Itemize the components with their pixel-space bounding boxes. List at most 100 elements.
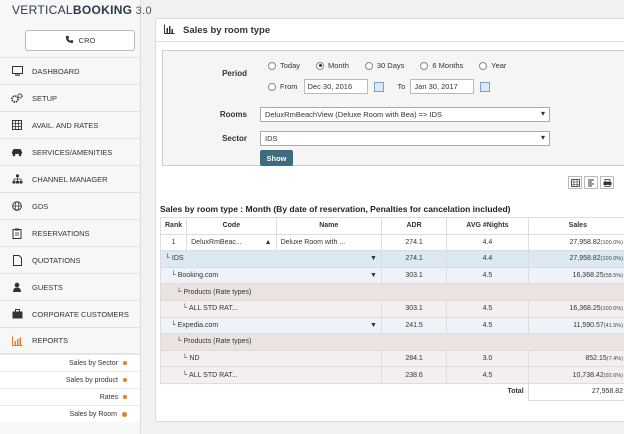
subnav-sales-by-sector[interactable]: Sales by Sector bbox=[0, 354, 140, 371]
sales-pct: (41.5%) bbox=[603, 322, 623, 329]
show-row: Show bbox=[260, 150, 293, 166]
cell-sales: 852.15(7.4%) bbox=[527, 349, 624, 368]
cell-code: DeluxRmBeac... ▲ bbox=[186, 233, 277, 252]
nav-item-channel-manager[interactable]: CHANNEL MANAGER bbox=[0, 165, 140, 192]
rooms-select[interactable]: DeluxRmBeachView (Deluxe Room with Bea) … bbox=[260, 107, 550, 122]
to-date-input[interactable]: Jan 30, 2017 bbox=[410, 79, 475, 94]
page-title: Sales by room type bbox=[183, 24, 271, 36]
subnav-rates[interactable]: Rates bbox=[0, 388, 140, 405]
cell-nights: 4.5 bbox=[446, 299, 529, 318]
radio-30-days[interactable]: 30 Days bbox=[364, 61, 404, 70]
subnav-sales-by-product[interactable]: Sales by product bbox=[0, 371, 140, 388]
cell-label: └ IDS ▼ bbox=[160, 250, 382, 268]
nav-item-avail-rates[interactable]: AVAIL. AND RATES bbox=[0, 111, 140, 138]
nav-item-reports[interactable]: REPORTS bbox=[0, 327, 140, 354]
main-content: Sales by room type Today Month 30 Days 6… bbox=[141, 0, 624, 434]
report-tools bbox=[568, 176, 614, 189]
col-header-code[interactable]: Code bbox=[186, 217, 277, 235]
nav-label: GDS bbox=[32, 201, 49, 211]
gears-icon bbox=[11, 92, 23, 104]
sales-value: 27,958.82 bbox=[569, 255, 601, 263]
table-row[interactable]: 1 DeluxRmBeac... ▲ Deluxe Room with ... 2… bbox=[159, 233, 624, 252]
cell-sales: 16,368.25(58.5%) bbox=[527, 266, 624, 285]
table-row-rate: └ ALL STD RAT... 238.6 4.5 10,738.42(92.… bbox=[160, 366, 624, 384]
sidebar: VERTICALBOOKING 3.0 CRO DASHBOARD SETUP … bbox=[0, 0, 152, 434]
radio-year[interactable]: Year bbox=[479, 61, 506, 70]
row-label: ND bbox=[189, 355, 200, 363]
cell-label: └ Products (Rate types) bbox=[160, 283, 624, 301]
nav-label: CORPORATE CUSTOMERS bbox=[32, 309, 129, 319]
sales-value: 852.15 bbox=[585, 355, 607, 363]
dropdown-caret-icon[interactable]: ▼ bbox=[370, 255, 377, 262]
nav-item-dashboard[interactable]: DASHBOARD bbox=[0, 57, 140, 84]
print-icon[interactable] bbox=[600, 176, 614, 189]
row-label: IDS bbox=[171, 255, 184, 263]
radio-6-months[interactable]: 6 Months bbox=[420, 61, 463, 70]
cell-rank: 1 bbox=[159, 233, 188, 252]
subnav-label: Sales by Room bbox=[69, 410, 117, 418]
sales-table: Rank Code Name ADR AVG #Nights Sales 1 D… bbox=[159, 217, 624, 401]
nav-item-corporate-customers[interactable]: CORPORATE CUSTOMERS bbox=[0, 300, 140, 327]
col-header-adr[interactable]: ADR bbox=[380, 217, 448, 235]
cell-label: └ ALL STD RAT... bbox=[160, 299, 382, 318]
filter-form: Today Month 30 Days 6 Months Year Period… bbox=[162, 50, 624, 166]
radio-from[interactable]: From bbox=[268, 82, 298, 91]
table-row-products: └ Products (Rate types) bbox=[160, 283, 624, 301]
sort-up-icon[interactable]: ▲ bbox=[265, 239, 272, 246]
radio-month[interactable]: Month bbox=[316, 61, 349, 70]
nav-item-quotations[interactable]: QUOTATIONS bbox=[0, 246, 140, 273]
nav-item-setup[interactable]: SETUP bbox=[0, 84, 140, 111]
col-header-sales[interactable]: Sales bbox=[527, 217, 624, 235]
sales-value: 16,368.25 bbox=[569, 305, 601, 313]
row-label: ALL STD RAT... bbox=[189, 371, 238, 379]
col-header-avg-nights[interactable]: AVG #Nights bbox=[446, 217, 529, 235]
cell-adr: 241.5 bbox=[380, 316, 448, 335]
period-label-row: Period bbox=[163, 69, 247, 78]
col-header-rank[interactable]: Rank bbox=[159, 217, 188, 235]
table-header-row: Rank Code Name ADR AVG #Nights Sales bbox=[159, 217, 624, 235]
col-header-name[interactable]: Name bbox=[275, 217, 382, 235]
report-title: Sales by room type : Month (By date of r… bbox=[160, 204, 511, 214]
cell-adr: 303.1 bbox=[380, 299, 448, 318]
to-label: To bbox=[397, 82, 406, 91]
cell-label: └ Booking.com ▼ bbox=[160, 266, 382, 285]
calendar-icon[interactable] bbox=[480, 81, 491, 92]
sector-select[interactable]: IDS bbox=[260, 131, 550, 146]
radio-circle bbox=[268, 82, 276, 91]
car-icon bbox=[11, 146, 23, 158]
row-label: Products (Rate types) bbox=[183, 288, 252, 296]
table-row-channel[interactable]: └ Expedia.com ▼ 241.5 4.5 11,590.57(41.5%… bbox=[160, 316, 624, 335]
brand-logo[interactable]: VERTICALBOOKING 3.0 bbox=[0, 0, 152, 22]
calendar-icon[interactable] bbox=[373, 81, 384, 92]
nav-label: DASHBOARD bbox=[32, 66, 80, 76]
nav-item-gds[interactable]: GDS bbox=[0, 192, 140, 219]
nav-label: AVAIL. AND RATES bbox=[32, 120, 99, 130]
from-date-input[interactable]: Dec 30, 2016 bbox=[303, 79, 368, 94]
bar-chart-icon bbox=[11, 335, 23, 347]
table-row-channel[interactable]: └ Booking.com ▼ 303.1 4.5 16,368.25(58.5%… bbox=[160, 266, 624, 285]
cell-sales: 27,958.82(100.0%) bbox=[527, 233, 624, 252]
user-icon bbox=[11, 281, 23, 293]
show-button[interactable]: Show bbox=[260, 150, 293, 166]
sales-pct: (100.0%) bbox=[600, 256, 623, 263]
from-label: From bbox=[280, 82, 298, 91]
table-view-icon[interactable] bbox=[568, 176, 582, 189]
cro-button[interactable]: CRO bbox=[25, 30, 135, 51]
radio-label: 6 Months bbox=[432, 61, 464, 70]
brand-name-bold: BOOKING bbox=[72, 3, 133, 17]
subnav-sales-by-room[interactable]: Sales by Room bbox=[0, 405, 140, 422]
nav-item-guests[interactable]: GUESTS bbox=[0, 273, 140, 300]
cell-label: └ ND bbox=[160, 349, 382, 368]
export-icon[interactable] bbox=[584, 176, 598, 189]
table-row-sector[interactable]: └ IDS ▼ 274.1 4.4 27,958.82(100.0%) bbox=[160, 250, 624, 268]
nav-item-services[interactable]: SERVICES/AMENITIES bbox=[0, 138, 140, 165]
globe-icon bbox=[11, 200, 23, 212]
reports-subnav: Sales by Sector Sales by product Rates S… bbox=[0, 354, 140, 422]
dropdown-caret-icon[interactable]: ▼ bbox=[370, 272, 377, 279]
nav-item-reservations[interactable]: RESERVATIONS bbox=[0, 219, 140, 246]
cell-adr: 274.1 bbox=[380, 250, 448, 268]
nav-label: CHANNEL MANAGER bbox=[32, 174, 108, 184]
dropdown-caret-icon[interactable]: ▼ bbox=[370, 322, 377, 329]
radio-circle bbox=[420, 61, 429, 70]
radio-today[interactable]: Today bbox=[268, 61, 300, 70]
